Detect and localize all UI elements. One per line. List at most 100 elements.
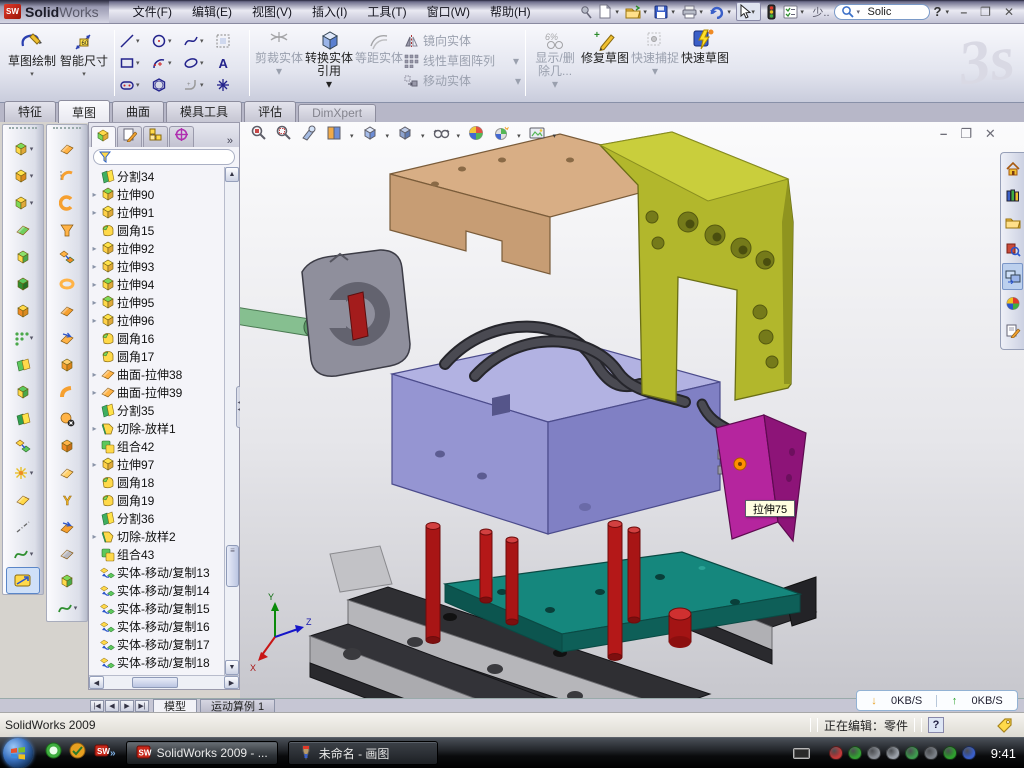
linear-pattern-button[interactable]: ▾ xyxy=(3,324,43,351)
quick-launch-solidworks[interactable]: SW xyxy=(93,742,110,764)
tree-item[interactable]: ▸ 拉伸93 xyxy=(89,257,224,275)
tab-曲面[interactable]: 曲面 xyxy=(112,101,164,122)
boundary-boss-button[interactable] xyxy=(3,270,43,297)
sketch-button[interactable]: 草图绘制▾ xyxy=(6,28,58,81)
line-button[interactable]: ▾ xyxy=(119,30,149,52)
tree-item[interactable]: ▸ 拉伸96 xyxy=(89,311,224,329)
tree-item[interactable]: 分割35 xyxy=(89,401,224,419)
tab-DimXpert[interactable]: DimXpert xyxy=(298,104,376,122)
last-tab-button[interactable]: ▶| xyxy=(135,700,149,712)
tree-item[interactable]: ▸ 拉伸92 xyxy=(89,239,224,257)
split-body-button[interactable] xyxy=(3,405,43,432)
spline-button[interactable]: ▾ xyxy=(183,30,213,52)
convert-entities-button[interactable]: 转换实体引用▾ xyxy=(304,28,354,91)
graphics-viewport[interactable]: Y Z X xyxy=(240,122,1024,698)
lofted-surface-button[interactable] xyxy=(47,216,87,243)
rebuild-traffic-light-icon[interactable] xyxy=(762,3,780,20)
help-button[interactable]: ? xyxy=(931,4,945,19)
configuration-manager-tab[interactable] xyxy=(143,126,168,147)
knit-surface-button[interactable] xyxy=(47,351,87,378)
tab-草图[interactable]: 草图 xyxy=(58,100,110,123)
untrim-surface-button[interactable] xyxy=(47,459,87,486)
expand-arrow-icon[interactable]: ▸ xyxy=(89,298,100,307)
extruded-cut-button[interactable]: ▾ xyxy=(3,162,43,189)
tag-icon[interactable] xyxy=(996,717,1014,733)
taskbar-task-solidworks[interactable]: SWSolidWorks 2009 - ... xyxy=(126,741,278,765)
curve-button[interactable]: ▾ xyxy=(3,540,43,567)
view-orientation-icon[interactable] xyxy=(361,124,379,147)
doc-close-button[interactable]: ✕ xyxy=(985,126,996,142)
panel-tabs-more[interactable]: » xyxy=(223,135,237,147)
tray-vpn-icon[interactable] xyxy=(905,746,919,760)
tree-item[interactable]: 分割36 xyxy=(89,509,224,527)
polygon-button[interactable] xyxy=(151,74,181,96)
overflow-toolbar-label[interactable]: 少.. xyxy=(809,4,832,20)
quick-launch-security-center[interactable] xyxy=(69,742,86,764)
toolbar-grip[interactable] xyxy=(53,127,81,133)
scroll-left-arrow[interactable]: ◀ xyxy=(89,676,104,689)
plane-button[interactable] xyxy=(3,486,43,513)
menu-item-4[interactable]: 工具(T) xyxy=(357,1,416,22)
slot-button[interactable]: ▾ xyxy=(119,74,149,96)
tree-item[interactable]: 圆角18 xyxy=(89,473,224,491)
tree-item[interactable]: 实体-移动/复制16 xyxy=(89,617,224,635)
expand-arrow-icon[interactable]: ▸ xyxy=(89,388,100,397)
expand-arrow-icon[interactable]: ▸ xyxy=(89,244,100,253)
magnify-icon[interactable] xyxy=(300,124,318,147)
extruded-boss-button[interactable]: ▾ xyxy=(3,135,43,162)
select-entities-button[interactable] xyxy=(215,30,245,52)
menu-item-3[interactable]: 插入(I) xyxy=(302,1,357,22)
swept-surface-button[interactable] xyxy=(47,135,87,162)
tab-评估[interactable]: 评估 xyxy=(244,101,296,122)
repair-sketch-button[interactable]: + 修复草图 xyxy=(580,28,630,65)
tree-item[interactable]: 实体-移动/复制15 xyxy=(89,599,224,617)
text-button[interactable]: A xyxy=(215,52,245,74)
taskbar-task-paint[interactable]: 未命名 - 画图 xyxy=(288,741,438,765)
arc-button[interactable]: ▾ xyxy=(151,52,181,74)
hide-show-items-icon[interactable] xyxy=(432,124,450,147)
fillet-surface-button[interactable] xyxy=(47,405,87,432)
expand-arrow-icon[interactable]: ▸ xyxy=(89,424,100,433)
prev-tab-button[interactable]: ◀ xyxy=(105,700,119,712)
display-style-icon[interactable] xyxy=(396,124,414,147)
tree-item[interactable]: ▸ 切除-放样1 xyxy=(89,419,224,437)
tray-antivirus-shield[interactable] xyxy=(829,746,843,760)
planar-surface-button[interactable] xyxy=(47,297,87,324)
tree-item[interactable]: 圆角15 xyxy=(89,221,224,239)
tree-item[interactable]: 实体-移动/复制14 xyxy=(89,581,224,599)
pin-toolbar-icon[interactable] xyxy=(577,3,595,20)
doc-restore-button[interactable]: ❐ xyxy=(960,126,972,142)
move-copy-body-button[interactable] xyxy=(3,432,43,459)
dome-button[interactable] xyxy=(47,567,87,594)
view-settings-icon[interactable] xyxy=(528,124,546,147)
scrollbar-thumb[interactable] xyxy=(226,545,239,587)
select-tool[interactable]: ▾ xyxy=(736,2,761,21)
thicken-button[interactable] xyxy=(47,324,87,351)
open-document-icon[interactable] xyxy=(624,3,642,20)
tree-item[interactable]: ▸ 拉伸90 xyxy=(89,185,224,203)
tree-filter-input[interactable] xyxy=(93,149,235,165)
scroll-right-arrow[interactable]: ▶ xyxy=(224,676,239,689)
status-help-button[interactable]: ? xyxy=(928,717,944,733)
point-button[interactable] xyxy=(215,74,245,96)
menu-item-2[interactable]: 视图(V) xyxy=(242,1,302,22)
doc-minimize-button[interactable]: – xyxy=(940,126,947,142)
tree-item[interactable]: ▸ 曲面-拉伸39 xyxy=(89,383,224,401)
fillet-button[interactable]: ▾ xyxy=(3,189,43,216)
trim-entities-button[interactable]: 剪裁实体▾ xyxy=(254,28,304,78)
custom-properties-tab[interactable] xyxy=(1001,317,1024,344)
feature-manager-tab[interactable] xyxy=(91,126,116,147)
scroll-up-arrow[interactable]: ▲ xyxy=(225,167,239,182)
offset-entities-button[interactable]: 等距实体 xyxy=(354,28,404,65)
tree-item[interactable]: ▸ 拉伸94 xyxy=(89,275,224,293)
expand-arrow-icon[interactable]: ▸ xyxy=(89,460,100,469)
tray-network-warning[interactable] xyxy=(924,746,938,760)
start-button[interactable] xyxy=(3,738,33,768)
tab-模具工具[interactable]: 模具工具 xyxy=(166,101,242,122)
dimxpert-manager-tab[interactable] xyxy=(169,126,194,147)
tree-item[interactable]: 分割34 xyxy=(89,167,224,185)
trim-surface-button[interactable] xyxy=(47,189,87,216)
sketch-fillet-button[interactable]: +▾ xyxy=(183,74,213,96)
tree-item[interactable]: ▸ 切除-放样2 xyxy=(89,527,224,545)
view-palette-tab[interactable] xyxy=(1002,263,1023,290)
